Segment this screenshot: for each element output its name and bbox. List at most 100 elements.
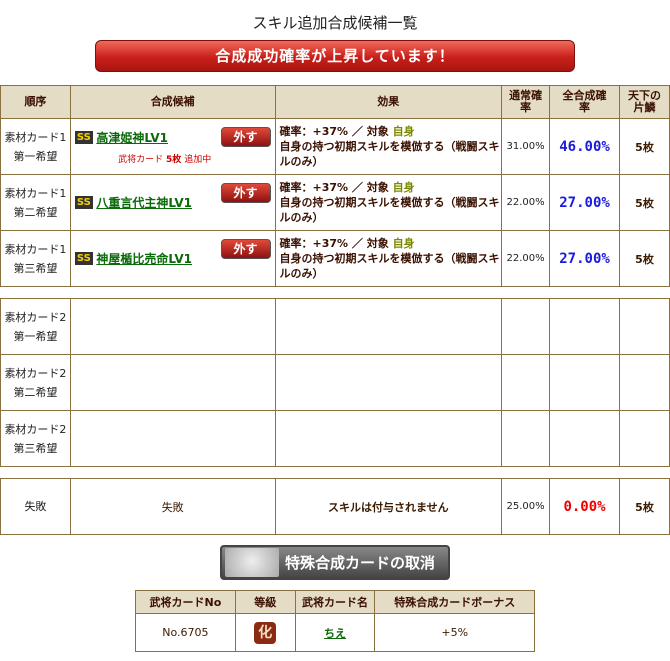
order-preference: 第一希望 xyxy=(13,149,58,163)
empty-cell xyxy=(501,410,551,467)
normal-rate: 31.00% xyxy=(501,118,551,175)
order-material: 素材カード1 xyxy=(4,242,67,256)
header-row: 順序 合成候補 効果 通常確率 全合成確率 天下の片鱗 xyxy=(0,85,670,119)
note-count: 5枚 xyxy=(166,154,182,165)
header-candidate: 合成候補 xyxy=(69,85,276,119)
candidate-table: 順序 合成候補 効果 通常確率 全合成確率 天下の片鱗 素材カード1 第一希望 S… xyxy=(0,85,670,535)
empty-cell xyxy=(619,298,670,355)
fail-effect: スキルは付与されません xyxy=(274,478,503,535)
candidate-cell: SS 八重言代主神LV1 外す xyxy=(69,174,276,231)
spacer xyxy=(0,466,670,479)
normal-rate: 22.00% xyxy=(501,174,551,231)
skill-name-link[interactable]: 神屋楯比売命LV1 xyxy=(96,252,192,266)
fail-candidate: 失敗 xyxy=(69,478,276,535)
candidate-row: 素材カード1 第二希望 SS 八重言代主神LV1 外す 確率：+37% ／ 対象 自… xyxy=(0,174,670,231)
order-preference: 第三希望 xyxy=(13,261,58,275)
total-rate: 46.00% xyxy=(549,118,621,175)
candidate-cell: SS 神屋楯比売命LV1 外す xyxy=(69,230,276,287)
fail-count: 5枚 xyxy=(619,478,670,535)
order-preference: 第三希望 xyxy=(13,441,58,455)
empty-cell xyxy=(69,354,276,411)
sub-header-rank: 等級 xyxy=(234,590,296,614)
cancel-special-card-button[interactable]: 特殊合成カードの取消 xyxy=(220,545,450,580)
order-material: 素材カード2 xyxy=(4,310,67,324)
cancel-button-label: 特殊合成カードの取消 xyxy=(285,554,436,572)
empty-cell xyxy=(69,410,276,467)
order-preference: 第二希望 xyxy=(13,205,58,219)
header-fragment: 天下の片鱗 xyxy=(619,85,670,119)
order-material: 素材カード2 xyxy=(4,422,67,436)
empty-cell xyxy=(274,354,503,411)
fragment-count: 5枚 xyxy=(619,174,670,231)
empty-cell xyxy=(619,410,670,467)
order-cell: 素材カード2 第三希望 xyxy=(0,410,71,467)
order-preference: 第二希望 xyxy=(13,385,58,399)
skill-name-link[interactable]: 高津姫神LV1 xyxy=(96,131,168,145)
empty-cell xyxy=(501,354,551,411)
order-preference: 第一希望 xyxy=(13,329,58,343)
candidate-row: 素材カード1 第三希望 SS 神屋楯比売命LV1 外す 確率：+37% ／ 対象 自… xyxy=(0,230,670,287)
header-total-rate: 全合成確率 xyxy=(549,85,621,119)
ss-rank-icon: SS xyxy=(74,252,93,265)
remove-button[interactable]: 外す xyxy=(220,239,271,259)
total-rate: 27.00% xyxy=(549,174,621,231)
effect-description: 自身の持つ初期スキルを模倣する（戦闘スキルのみ） xyxy=(279,196,500,224)
sub-header-bonus: 特殊合成カードボーナス xyxy=(374,590,535,614)
sub-header-no: 武将カードNo xyxy=(135,590,236,614)
page-title: スキル追加合成候補一覧 xyxy=(252,14,418,32)
spacer xyxy=(0,286,670,299)
fail-row: 失敗 失敗 スキルは付与されません 25.00% 0.00% 5枚 xyxy=(0,478,670,535)
total-rate: 27.00% xyxy=(549,230,621,287)
empty-candidate-row: 素材カード2 第一希望 xyxy=(0,298,670,355)
order-cell: 素材カード1 第二希望 xyxy=(0,174,71,231)
fail-order: 失敗 xyxy=(0,478,71,535)
rank-cell: 化 xyxy=(234,613,296,652)
order-cell: 素材カード2 第二希望 xyxy=(0,354,71,411)
header-effect: 効果 xyxy=(274,85,503,119)
effect-description: 自身の持つ初期スキルを模倣する（戦闘スキルのみ） xyxy=(279,252,500,280)
effect-rate: 確率：+37% ／ 対象 xyxy=(279,181,389,194)
order-material: 素材カード1 xyxy=(4,130,67,144)
remove-button[interactable]: 外す xyxy=(220,183,271,203)
fail-normal-rate: 25.00% xyxy=(501,478,551,535)
header-normal-rate: 通常確率 xyxy=(501,85,551,119)
effect-cell: 確率：+37% ／ 対象 自身自身の持つ初期スキルを模倣する（戦闘スキルのみ） xyxy=(274,118,503,175)
empty-cell xyxy=(549,298,621,355)
candidate-cell: SS 高津姫神LV1 外す 武将カード 5枚 追加中 xyxy=(69,118,276,175)
empty-cell xyxy=(619,354,670,411)
empty-candidate-row: 素材カード2 第三希望 xyxy=(0,410,670,467)
rank-badge: 化 xyxy=(254,621,277,644)
empty-cell xyxy=(501,298,551,355)
character-portrait-icon xyxy=(225,548,279,577)
candidate-row: 素材カード1 第一希望 SS 高津姫神LV1 外す 武将カード 5枚 追加中 確率：+… xyxy=(0,118,670,175)
fragment-count: 5枚 xyxy=(619,230,670,287)
effect-cell: 確率：+37% ／ 対象 自身自身の持つ初期スキルを模倣する（戦闘スキルのみ） xyxy=(274,174,503,231)
effect-description: 自身の持つ初期スキルを模倣する（戦闘スキルのみ） xyxy=(279,140,500,168)
effect-rate: 確率：+37% ／ 対象 xyxy=(279,125,389,138)
success-rate-banner: 合成成功確率が上昇しています！ xyxy=(95,40,575,72)
order-cell: 素材カード1 第三希望 xyxy=(0,230,71,287)
skill-name-link[interactable]: 八重言代主神LV1 xyxy=(96,196,192,210)
ss-rank-icon: SS xyxy=(74,196,93,209)
empty-candidate-row: 素材カード2 第二希望 xyxy=(0,354,670,411)
effect-target: 自身 xyxy=(392,125,415,138)
remove-button[interactable]: 外す xyxy=(220,127,271,147)
order-material: 素材カード2 xyxy=(4,366,67,380)
sub-header-name: 武将カード名 xyxy=(294,590,376,614)
fragment-count: 5枚 xyxy=(619,118,670,175)
effect-cell: 確率：+37% ／ 対象 自身 自身の持つ初期スキルを模倣する（戦闘スキルのみ） xyxy=(274,230,503,287)
order-cell: 素材カード2 第一希望 xyxy=(0,298,71,355)
empty-cell xyxy=(69,298,276,355)
effect-target: 自身 xyxy=(392,181,415,194)
empty-cell xyxy=(549,354,621,411)
normal-rate: 22.00% xyxy=(501,230,551,287)
empty-cell xyxy=(549,410,621,467)
card-bonus: +5% xyxy=(374,613,535,652)
special-card-table: 武将カードNo 等級 武将カード名 特殊合成カードボーナス No.6705 化 … xyxy=(135,590,535,652)
note-label: 武将カード xyxy=(118,154,164,165)
card-name-link[interactable]: ちえ xyxy=(324,627,346,640)
effect-rate: 確率：+37% ／ 対象 xyxy=(279,237,389,250)
empty-cell xyxy=(274,410,503,467)
fail-total-rate: 0.00% xyxy=(549,478,621,535)
header-order: 順序 xyxy=(0,85,71,119)
